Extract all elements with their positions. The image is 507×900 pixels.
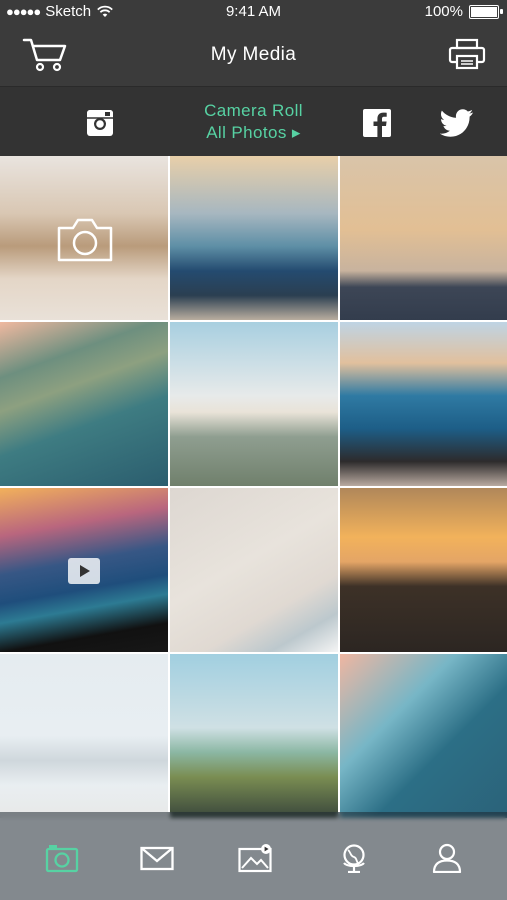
mail-icon: [140, 846, 174, 871]
camera-tile[interactable]: [0, 156, 168, 320]
camera-icon: [45, 845, 79, 873]
status-right: 100%: [424, 3, 503, 20]
photo-thumbnail[interactable]: [340, 488, 507, 652]
media-grid: [0, 156, 507, 900]
tab-globe[interactable]: [336, 842, 372, 874]
photo-thumbnail[interactable]: [340, 654, 507, 818]
battery-percent: 100%: [424, 3, 463, 20]
header-bar: My Media: [0, 24, 507, 86]
user-icon: [432, 843, 462, 873]
tab-gallery[interactable]: [237, 842, 273, 874]
photo-thumbnail[interactable]: [340, 156, 507, 320]
twitter-icon[interactable]: [440, 109, 474, 137]
globe-icon: [343, 844, 365, 873]
printer-icon[interactable]: [447, 36, 487, 72]
tab-profile[interactable]: [429, 842, 465, 874]
source-title: Camera Roll: [204, 101, 303, 120]
photo-thumbnail[interactable]: [170, 654, 338, 818]
status-bar: ●●●●● Sketch 9:41 AM 100%: [0, 0, 507, 24]
tab-bar: [0, 812, 507, 900]
source-bar: Camera Roll All Photos ▸: [0, 86, 507, 157]
photo-thumbnail[interactable]: [170, 322, 338, 486]
video-thumbnail[interactable]: [0, 488, 168, 652]
photo-thumbnail[interactable]: [170, 488, 338, 652]
gallery-icon: [238, 844, 272, 873]
facebook-icon[interactable]: [363, 109, 391, 137]
play-icon: [68, 558, 100, 584]
tab-mail[interactable]: [139, 842, 175, 874]
photo-thumbnail[interactable]: [0, 322, 168, 486]
camera-icon: [57, 218, 113, 262]
battery-icon: [469, 4, 503, 19]
photo-thumbnail[interactable]: [340, 322, 507, 486]
page-title: My Media: [210, 44, 297, 65]
source-subtitle: All Photos ▸: [206, 123, 301, 142]
source-selector[interactable]: Camera Roll All Photos ▸: [0, 100, 507, 144]
photo-thumbnail[interactable]: [0, 654, 168, 818]
photo-thumbnail[interactable]: [170, 156, 338, 320]
tab-camera[interactable]: [44, 842, 80, 874]
